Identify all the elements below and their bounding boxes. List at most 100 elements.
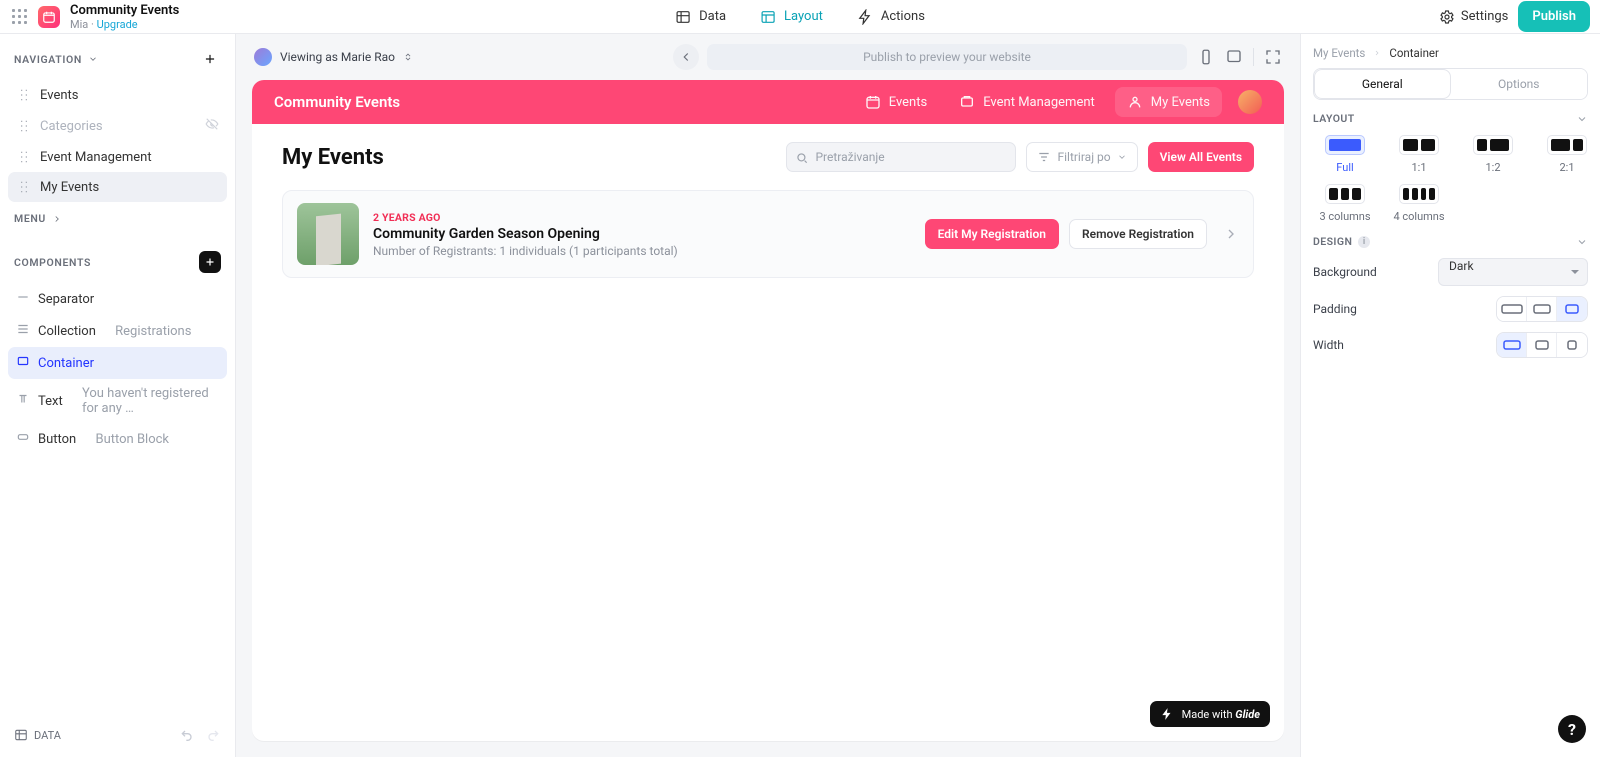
search-icon bbox=[795, 151, 809, 165]
layout-option-4-columns[interactable]: 4 columns bbox=[1387, 184, 1451, 223]
tab-general[interactable]: General bbox=[1314, 69, 1451, 99]
component-button[interactable]: Button Button Block bbox=[8, 423, 227, 455]
drag-icon bbox=[16, 87, 32, 103]
top-tab-actions[interactable]: Actions bbox=[853, 3, 929, 31]
page-content: My Events Pretraživanje Filtriraj po Vie… bbox=[252, 124, 1284, 296]
top-tab-data[interactable]: Data bbox=[671, 3, 730, 31]
event-subtitle: Number of Registrants: 1 individuals (1 … bbox=[373, 244, 678, 258]
padding-option-0[interactable] bbox=[1497, 297, 1527, 321]
sidebar-item-event-management[interactable]: Event Management bbox=[8, 142, 227, 172]
canvas-stage: Viewing as Marie Rao Publish to preview … bbox=[236, 34, 1300, 757]
app-badge bbox=[38, 6, 60, 28]
padding-options bbox=[1496, 296, 1588, 322]
publish-button[interactable]: Publish bbox=[1518, 1, 1590, 32]
app-tab-my-events[interactable]: My Events bbox=[1115, 87, 1222, 117]
back-button[interactable] bbox=[673, 44, 699, 70]
apps-grid-icon[interactable] bbox=[10, 8, 28, 26]
data-shortcut[interactable]: DATA bbox=[14, 728, 61, 742]
chevron-down-icon[interactable] bbox=[1576, 113, 1588, 125]
tab-options[interactable]: Options bbox=[1451, 69, 1588, 99]
info-badge: i bbox=[1358, 236, 1370, 248]
component-text[interactable]: Text You haven't registered for any … bbox=[8, 379, 227, 423]
sidebar-item-events[interactable]: Events bbox=[8, 80, 227, 110]
avatar bbox=[254, 48, 272, 66]
filter-by[interactable]: Filtriraj po bbox=[1026, 142, 1137, 172]
components-list: SeparatorCollection RegistrationsContain… bbox=[8, 283, 227, 455]
layout-option-3-columns[interactable]: 3 columns bbox=[1313, 184, 1377, 223]
app-bar: Community Events Events Event Management M… bbox=[252, 80, 1284, 124]
app-meta: Community Events Mia · Upgrade bbox=[70, 3, 179, 31]
text-icon bbox=[16, 392, 30, 410]
sidebar-item-my-events[interactable]: My Events bbox=[8, 172, 227, 202]
width-option-0[interactable] bbox=[1497, 333, 1527, 357]
hidden-icon bbox=[205, 117, 219, 135]
app-title: Community Events bbox=[70, 3, 179, 18]
tablet-icon[interactable] bbox=[1225, 48, 1243, 66]
search-input[interactable]: Pretraživanje bbox=[786, 142, 1016, 172]
undo-icon[interactable] bbox=[179, 727, 195, 743]
top-tabs: Data Layout Actions bbox=[671, 3, 929, 31]
upgrade-link[interactable]: Upgrade bbox=[97, 18, 138, 31]
button-icon bbox=[16, 430, 30, 448]
app-bar-title: Community Events bbox=[274, 93, 400, 111]
component-separator[interactable]: Separator bbox=[8, 283, 227, 315]
redo-icon[interactable] bbox=[205, 727, 221, 743]
view-all-events-button[interactable]: View All Events bbox=[1148, 142, 1254, 172]
drag-icon bbox=[16, 118, 32, 134]
publish-preview-bar[interactable]: Publish to preview your website bbox=[707, 44, 1187, 70]
phone-icon[interactable] bbox=[1197, 48, 1215, 66]
top-tab-layout[interactable]: Layout bbox=[756, 3, 827, 31]
list-item[interactable]: 2 YEARS AGO Community Garden Season Open… bbox=[282, 190, 1254, 278]
nav-add-button[interactable] bbox=[199, 48, 221, 70]
width-option-1[interactable] bbox=[1527, 333, 1557, 357]
chevron-right-icon bbox=[1373, 49, 1381, 57]
chevron-right-icon bbox=[1223, 226, 1239, 242]
edit-registration-button[interactable]: Edit My Registration bbox=[925, 219, 1059, 249]
layout-option-2-1[interactable]: 2:1 bbox=[1535, 135, 1599, 174]
width-option-2[interactable] bbox=[1557, 333, 1587, 357]
menu-section-header: MENU bbox=[8, 210, 227, 227]
app-tab-event-management[interactable]: Event Management bbox=[947, 87, 1107, 117]
event-title: Community Garden Season Opening bbox=[373, 226, 678, 242]
background-select[interactable]: Dark bbox=[1438, 258, 1588, 286]
made-with-badge[interactable]: Made with Glide bbox=[1150, 701, 1270, 727]
padding-option-1[interactable] bbox=[1527, 297, 1557, 321]
settings-button[interactable]: Settings bbox=[1439, 9, 1508, 25]
chevron-down-icon[interactable] bbox=[1576, 236, 1588, 248]
app-subtitle: Mia · Upgrade bbox=[70, 18, 179, 31]
layout-option-1-2[interactable]: 1:2 bbox=[1461, 135, 1525, 174]
left-panel: NAVIGATION EventsCategoriesEvent Managem… bbox=[0, 34, 236, 757]
collection-icon bbox=[16, 322, 30, 340]
viewing-as[interactable]: Viewing as Marie Rao bbox=[254, 48, 413, 66]
breadcrumb: My Events Container bbox=[1313, 46, 1588, 60]
drag-icon bbox=[16, 179, 32, 195]
layout-option-1-1[interactable]: 1:1 bbox=[1387, 135, 1451, 174]
event-ago: 2 YEARS AGO bbox=[373, 211, 678, 224]
padding-option-2[interactable] bbox=[1557, 297, 1587, 321]
remove-registration-button[interactable]: Remove Registration bbox=[1069, 219, 1207, 249]
component-collection[interactable]: Collection Registrations bbox=[8, 315, 227, 347]
components-add-button[interactable] bbox=[199, 251, 221, 273]
event-thumbnail bbox=[297, 203, 359, 265]
left-footer: DATA bbox=[8, 721, 227, 749]
chevron-down-icon[interactable] bbox=[88, 54, 98, 64]
page-title: My Events bbox=[282, 145, 384, 170]
preview-frame: Community Events Events Event Management M… bbox=[252, 80, 1284, 741]
app-tab-events[interactable]: Events bbox=[853, 87, 939, 117]
separator-icon bbox=[16, 290, 30, 308]
help-button[interactable]: ? bbox=[1558, 715, 1586, 743]
component-container[interactable]: Container bbox=[8, 347, 227, 379]
chevron-right-icon[interactable] bbox=[52, 214, 62, 224]
layout-option-full[interactable]: Full bbox=[1313, 135, 1377, 174]
label-width: Width bbox=[1313, 338, 1344, 352]
right-panel: My Events Container General Options LAYO… bbox=[1300, 34, 1600, 757]
stage-toolbar: Viewing as Marie Rao Publish to preview … bbox=[252, 42, 1284, 80]
label-padding: Padding bbox=[1313, 302, 1357, 316]
expand-icon[interactable] bbox=[1264, 48, 1282, 66]
filter-icon bbox=[1037, 150, 1051, 164]
up-down-icon bbox=[403, 51, 413, 63]
components-section-header: COMPONENTS bbox=[8, 249, 227, 275]
sidebar-item-categories[interactable]: Categories bbox=[8, 110, 227, 142]
tab-segment: General Options bbox=[1313, 68, 1588, 100]
user-avatar[interactable] bbox=[1238, 90, 1262, 114]
